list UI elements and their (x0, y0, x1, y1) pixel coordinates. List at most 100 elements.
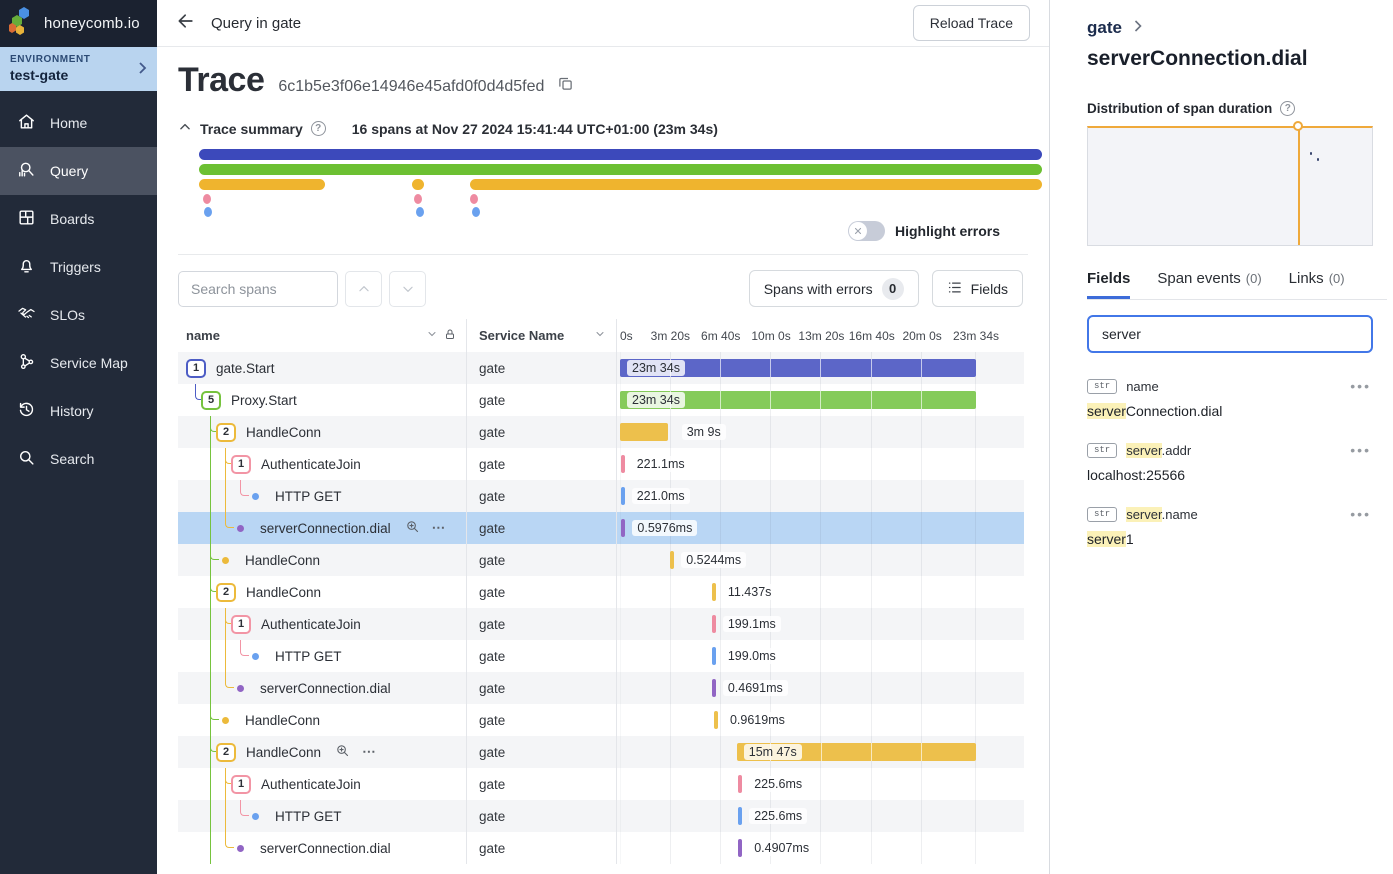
duration-tick[interactable] (621, 519, 625, 537)
collapse-caret-icon[interactable] (178, 120, 192, 137)
sidebar-item-history[interactable]: History (0, 387, 157, 435)
lock-icon[interactable] (444, 328, 456, 344)
span-name-cell[interactable]: 1AuthenticateJoin (178, 768, 467, 800)
waterfall-cell[interactable]: 199.1ms (617, 608, 1024, 640)
help-icon[interactable]: ? (311, 121, 326, 136)
duration-tick[interactable] (738, 807, 742, 825)
trace-row-HandleConn[interactable]: HandleConngate0.9619ms (178, 704, 1024, 736)
child-count-badge[interactable]: 2 (216, 423, 236, 442)
child-count-badge[interactable]: 5 (201, 391, 221, 410)
zoom-in-icon[interactable] (405, 519, 420, 537)
more-actions-icon[interactable]: ⋯ (362, 744, 378, 760)
trace-row-AuthenticateJoin[interactable]: 1AuthenticateJoingate225.6ms (178, 768, 1024, 800)
field-item[interactable]: strname•••serverConnection.dial (1087, 378, 1373, 419)
duration-tick[interactable] (670, 551, 674, 569)
span-name-cell[interactable]: serverConnection.dial (178, 832, 467, 864)
field-menu-icon[interactable]: ••• (1350, 378, 1371, 394)
duration-tick[interactable] (738, 775, 742, 793)
waterfall-cell[interactable]: 221.1ms (617, 448, 1024, 480)
trace-row-HTTP GET[interactable]: HTTP GETgate225.6ms (178, 800, 1024, 832)
tab-links[interactable]: Links(0) (1289, 270, 1345, 299)
sidebar-item-search[interactable]: Search (0, 435, 157, 483)
span-name-cell[interactable]: 2HandleConn (178, 416, 467, 448)
span-name-cell[interactable]: HandleConn (178, 544, 467, 576)
sidebar-item-service-map[interactable]: Service Map (0, 339, 157, 387)
field-search-input[interactable] (1087, 315, 1373, 353)
span-name-cell[interactable]: HTTP GET (178, 800, 467, 832)
duration-tick[interactable] (712, 583, 716, 601)
fields-button[interactable]: Fields (932, 270, 1023, 307)
span-name-cell[interactable]: serverConnection.dial⋯ (178, 512, 467, 544)
trace-row-AuthenticateJoin[interactable]: 1AuthenticateJoingate199.1ms (178, 608, 1024, 640)
breadcrumb-service[interactable]: gate (1087, 18, 1122, 38)
child-count-badge[interactable]: 2 (216, 743, 236, 762)
waterfall-cell[interactable]: 221.0ms (617, 480, 1024, 512)
duration-tick[interactable] (712, 679, 716, 697)
trace-row-serverConnection.dial[interactable]: serverConnection.dialgate0.4907ms (178, 832, 1024, 864)
trace-row-HTTP GET[interactable]: HTTP GETgate199.0ms (178, 640, 1024, 672)
sidebar-item-home[interactable]: Home (0, 99, 157, 147)
trace-row-HandleConn[interactable]: 2HandleConn⋯gate15m 47s (178, 736, 1024, 768)
span-name-cell[interactable]: serverConnection.dial (178, 672, 467, 704)
spans-with-errors-button[interactable]: Spans with errors 0 (749, 270, 919, 307)
child-count-badge[interactable]: 2 (216, 583, 236, 602)
trace-row-HandleConn[interactable]: HandleConngate0.5244ms (178, 544, 1024, 576)
duration-tick[interactable] (621, 455, 625, 473)
span-name-cell[interactable]: 5Proxy.Start (178, 384, 467, 416)
trace-summary-label[interactable]: Trace summary (200, 121, 303, 137)
next-match-button[interactable] (389, 271, 426, 307)
span-name-cell[interactable]: HTTP GET (178, 480, 467, 512)
child-count-badge[interactable]: 1 (186, 359, 206, 378)
duration-distribution-chart[interactable] (1087, 126, 1373, 246)
field-menu-icon[interactable]: ••• (1350, 506, 1371, 522)
span-name-cell[interactable]: HTTP GET (178, 640, 467, 672)
sidebar-item-slos[interactable]: SLOs (0, 291, 157, 339)
prev-match-button[interactable] (345, 271, 382, 307)
trace-row-gate.Start[interactable]: 1gate.Startgate23m 34s (178, 352, 1024, 384)
duration-tick[interactable] (712, 647, 716, 665)
field-menu-icon[interactable]: ••• (1350, 442, 1371, 458)
chevron-down-icon[interactable] (426, 328, 438, 343)
sidebar-item-boards[interactable]: Boards (0, 195, 157, 243)
chevron-down-icon[interactable] (594, 328, 606, 343)
duration-tick[interactable] (714, 711, 718, 729)
copy-icon[interactable] (558, 76, 573, 96)
trace-row-HandleConn[interactable]: 2HandleConngate3m 9s (178, 416, 1024, 448)
tab-span-events[interactable]: Span events(0) (1157, 270, 1261, 299)
waterfall-cell[interactable]: 225.6ms (617, 800, 1024, 832)
span-name-cell[interactable]: 1AuthenticateJoin (178, 448, 467, 480)
child-count-badge[interactable]: 1 (231, 615, 251, 634)
waterfall-cell[interactable]: 15m 47s (617, 736, 1024, 768)
field-item[interactable]: strserver.name•••server1 (1087, 506, 1373, 547)
more-actions-icon[interactable]: ⋯ (432, 520, 448, 536)
trace-row-Proxy.Start[interactable]: 5Proxy.Startgate23m 34s (178, 384, 1024, 416)
tab-fields[interactable]: Fields (1087, 270, 1130, 299)
help-icon[interactable]: ? (1280, 101, 1295, 116)
back-arrow-icon[interactable] (176, 11, 196, 36)
waterfall-cell[interactable]: 3m 9s (617, 416, 1024, 448)
trace-row-serverConnection.dial[interactable]: serverConnection.dialgate0.4691ms (178, 672, 1024, 704)
waterfall-cell[interactable]: 0.9619ms (617, 704, 1024, 736)
reload-trace-button[interactable]: Reload Trace (913, 5, 1030, 41)
duration-tick[interactable] (712, 615, 716, 633)
waterfall-cell[interactable]: 199.0ms (617, 640, 1024, 672)
trace-row-serverConnection.dial[interactable]: serverConnection.dial⋯gate0.5976ms (178, 512, 1024, 544)
waterfall-cell[interactable]: 11.437s (617, 576, 1024, 608)
waterfall-cell[interactable]: 23m 34s (617, 352, 1024, 384)
duration-bar[interactable] (620, 423, 668, 441)
span-name-cell[interactable]: 1gate.Start (178, 352, 467, 384)
child-count-badge[interactable]: 1 (231, 775, 251, 794)
child-count-badge[interactable]: 1 (231, 455, 251, 474)
duration-tick[interactable] (621, 487, 625, 505)
waterfall-cell[interactable]: 225.6ms (617, 768, 1024, 800)
trace-row-HTTP GET[interactable]: HTTP GETgate221.0ms (178, 480, 1024, 512)
logo[interactable]: honeycomb.io (0, 0, 157, 47)
service-column-header[interactable]: Service Name (467, 319, 617, 352)
name-column-header[interactable]: name (178, 319, 467, 352)
trace-row-HandleConn[interactable]: 2HandleConngate11.437s (178, 576, 1024, 608)
span-name-cell[interactable]: 2HandleConn⋯ (178, 736, 467, 768)
waterfall-cell[interactable]: 0.5976ms (617, 512, 1024, 544)
sidebar-item-query[interactable]: Query (0, 147, 157, 195)
zoom-in-icon[interactable] (335, 743, 350, 761)
span-name-cell[interactable]: HandleConn (178, 704, 467, 736)
